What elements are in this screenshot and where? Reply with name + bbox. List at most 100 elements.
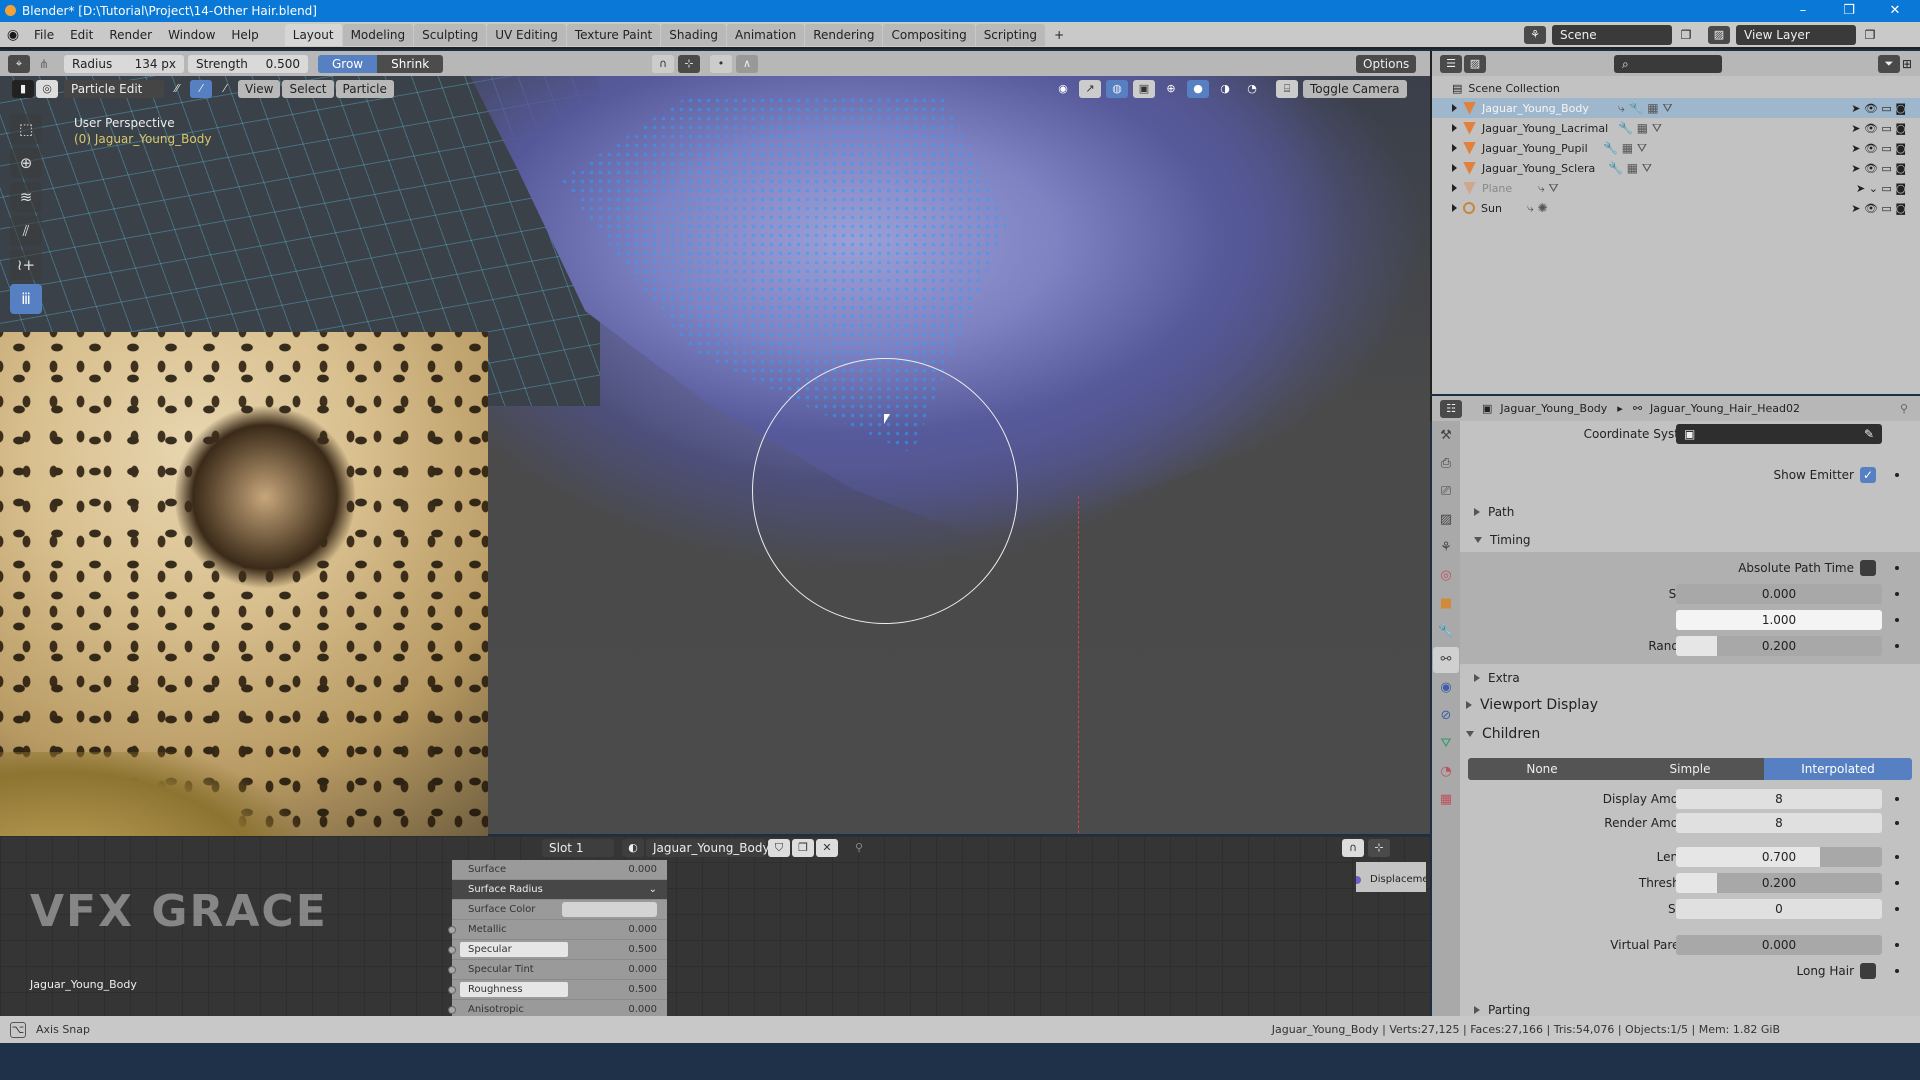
threshold-slider[interactable]: 0.200 <box>1676 873 1882 893</box>
proportional-icon[interactable]: • <box>710 54 732 73</box>
cut-tool-icon[interactable]: ⫽ <box>10 216 42 246</box>
point-select-icon[interactable]: ⁄ <box>190 80 212 98</box>
tab-compositing[interactable]: Compositing <box>883 23 975 46</box>
fake-user-icon[interactable]: ⛉ <box>768 839 790 857</box>
keyframe-dot[interactable] <box>1895 644 1899 648</box>
select-box-tool-icon[interactable]: ⬚ <box>10 114 42 144</box>
visibility-toggles[interactable]: ➤ 👁 ▭ ◙ <box>1851 102 1906 115</box>
keyframe-dot[interactable] <box>1895 943 1899 947</box>
physics-tab-icon[interactable]: ◉ <box>1433 675 1459 701</box>
random-slider[interactable]: 0.200 <box>1676 636 1882 656</box>
object-tab-icon[interactable]: ■ <box>1433 591 1459 617</box>
children-simple-button[interactable]: Simple <box>1616 758 1764 780</box>
object-data-tab-icon[interactable]: ⛛ <box>1433 731 1459 757</box>
visibility-toggles[interactable]: ➤ ⌄ ▭ ◙ <box>1856 182 1906 195</box>
keyframe-dot[interactable] <box>1895 969 1899 973</box>
length-slider[interactable]: 0.700 <box>1676 847 1882 867</box>
tab-uv-editing[interactable]: UV Editing <box>487 23 566 46</box>
toggle-camera-button[interactable]: Toggle Camera <box>1303 80 1407 98</box>
cursor-tool-icon[interactable]: ⊕ <box>10 148 42 178</box>
viewport-display-section-header[interactable]: Viewport Display <box>1466 697 1598 713</box>
snap-target-icon[interactable]: ⊹ <box>678 54 700 73</box>
material-name-field[interactable]: Jaguar_Young_Body <box>646 839 770 857</box>
outliner-item[interactable]: Jaguar_Young_Body ⤷ 🔧 ▦ ⛛ ➤ 👁 ▭ ◙ <box>1432 98 1920 118</box>
path-select-icon[interactable]: ⁄⁄ <box>166 80 188 98</box>
specular-tint-slider[interactable]: Specular Tint 0.000 <box>448 960 667 980</box>
solid-shading-icon[interactable]: ● <box>1187 80 1209 98</box>
children-interpolated-button[interactable]: Interpolated <box>1764 758 1912 780</box>
falloff-icon[interactable]: ∧ <box>736 54 758 73</box>
render-tab-icon[interactable]: ⎙ <box>1433 451 1459 477</box>
display-mode-icon[interactable]: ▨ <box>1464 54 1486 73</box>
strength-field[interactable]: Strength 0.500 <box>188 54 308 73</box>
tab-texture-paint[interactable]: Texture Paint <box>566 23 661 46</box>
options-dropdown[interactable]: Options <box>1356 54 1417 73</box>
overlay-icon[interactable]: ◍ <box>1106 80 1128 98</box>
rendered-shading-icon[interactable]: ◔ <box>1241 80 1263 98</box>
material-output-node[interactable]: Displacement <box>1356 862 1426 892</box>
comb-tool-icon[interactable]: ≋ <box>10 182 42 212</box>
scene-collection-row[interactable]: ▤ Scene Collection <box>1432 78 1920 98</box>
close-window-button[interactable]: ✕ <box>1872 0 1918 22</box>
view-layer-icon[interactable]: ▨ <box>1708 26 1730 44</box>
keyframe-dot[interactable] <box>1895 618 1899 622</box>
new-collection-icon[interactable]: ⊞ <box>1902 57 1912 71</box>
keyframe-dot[interactable] <box>1895 797 1899 801</box>
scene-tab-icon[interactable]: ⚘ <box>1433 535 1459 561</box>
displacement-socket[interactable] <box>1356 876 1361 884</box>
properties-editor-type-icon[interactable]: ☷ <box>1440 399 1462 418</box>
long-hair-checkbox[interactable] <box>1860 963 1876 979</box>
slot-selector[interactable]: Slot 1 <box>542 839 614 857</box>
outliner-item[interactable]: Plane ⤷ ⛛ ➤ ⌄ ▭ ◙ <box>1432 178 1920 198</box>
children-section-header[interactable]: Children <box>1466 726 1540 742</box>
outliner-editor-type-icon[interactable]: ☰ <box>1440 54 1462 73</box>
modifier-tab-icon[interactable]: 🔧 <box>1433 619 1459 645</box>
editor-type-icon[interactable]: ⌖ <box>8 54 30 73</box>
keyframe-dot[interactable] <box>1895 821 1899 825</box>
outliner-item[interactable]: Jaguar_Young_Pupil 🔧 ▦ ⛛ ➤ 👁 ▭ ◙ <box>1432 138 1920 158</box>
pin-icon[interactable]: ⚲ <box>1900 402 1908 415</box>
tab-layout[interactable]: Layout <box>284 23 342 46</box>
coordinate-system-field[interactable]: ▣ ✎ <box>1676 424 1882 444</box>
keyframe-dot[interactable] <box>1895 855 1899 859</box>
specular-slider[interactable]: Specular 0.500 <box>448 940 667 960</box>
tool-tab-icon[interactable]: ⚒ <box>1433 423 1459 449</box>
subsurface-method-dropdown[interactable]: Surface Radius ⌄ <box>452 880 667 900</box>
node-snap-icon[interactable]: ∩ <box>1342 839 1364 857</box>
visibility-toggles[interactable]: ➤ 👁 ▭ ◙ <box>1851 202 1906 215</box>
view-layer-selector[interactable]: View Layer <box>1736 25 1856 45</box>
texture-tab-icon[interactable]: ▦ <box>1433 787 1459 813</box>
keyframe-dot[interactable] <box>1895 566 1899 570</box>
scene-selector[interactable]: Scene <box>1552 25 1672 45</box>
render-amount-field[interactable]: 8 <box>1676 813 1882 833</box>
grow-button[interactable]: Grow <box>318 54 378 73</box>
add-tool-icon[interactable]: ≀+ <box>10 250 42 280</box>
principled-bsdf-node[interactable]: Surface 0.000 Surface Radius ⌄ Surface Col… <box>448 860 667 1020</box>
outliner-item[interactable]: Jaguar_Young_Lacrimal 🔧 ▦ ⛛ ➤ 👁 ▭ ◙ <box>1432 118 1920 138</box>
timing-section-header[interactable]: Timing <box>1474 533 1531 547</box>
display-amount-field[interactable]: 8 <box>1676 789 1882 809</box>
camera-icon[interactable]: ⌸ <box>1276 80 1298 98</box>
outliner-item[interactable]: Jaguar_Young_Sclera 🔧 ▦ ⛛ ➤ 👁 ▭ ◙ <box>1432 158 1920 178</box>
visibility-toggles[interactable]: ➤ 👁 ▭ ◙ <box>1851 142 1906 155</box>
seed-field[interactable]: 0 <box>1676 899 1882 919</box>
absolute-path-time-checkbox[interactable] <box>1860 560 1876 576</box>
menu-file[interactable]: File <box>26 28 62 42</box>
visibility-icon[interactable]: ◉ <box>1052 80 1074 98</box>
view-layer-tab-icon[interactable]: ▨ <box>1433 507 1459 533</box>
snap-icon[interactable]: ∩ <box>652 54 674 73</box>
shader-node-editor[interactable]: Slot 1 ◐ Jaguar_Young_Body ⛉ ❐ ✕ ⚲ ∩ ⊹ V… <box>0 836 1430 1020</box>
roughness-slider[interactable]: Roughness 0.500 <box>448 980 667 1000</box>
children-none-button[interactable]: None <box>1468 758 1616 780</box>
visibility-toggles[interactable]: ➤ 👁 ▭ ◙ <box>1851 162 1906 175</box>
tab-rendering[interactable]: Rendering <box>805 23 883 46</box>
visibility-toggles[interactable]: ➤ 👁 ▭ ◙ <box>1851 122 1906 135</box>
metallic-slider[interactable]: Metallic 0.000 <box>448 920 667 940</box>
world-tab-icon[interactable]: ◎ <box>1433 563 1459 589</box>
keyframe-dot[interactable] <box>1895 881 1899 885</box>
keyframe-dot[interactable] <box>1895 473 1899 477</box>
tab-scripting[interactable]: Scripting <box>975 23 1046 46</box>
node-row-value[interactable]: 0.000 <box>628 864 657 875</box>
material-icon[interactable]: ◐ <box>622 839 644 857</box>
tab-modeling[interactable]: Modeling <box>342 23 414 46</box>
